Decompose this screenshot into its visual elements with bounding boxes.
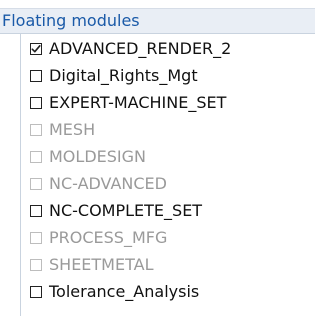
module-label: EXPERT-MACHINE_SET — [49, 93, 227, 112]
module-item-advanced-render-2[interactable]: ADVANCED_RENDER_2 — [21, 36, 311, 62]
module-item-moldesign: MOLDESIGN — [21, 144, 311, 170]
floating-modules-panel: Floating modules ADVANCED_RENDER_2 Digit… — [0, 0, 315, 316]
module-label: Digital_Rights_Mgt — [49, 66, 198, 85]
module-label: PROCESS_MFG — [49, 228, 168, 247]
checkbox-unchecked-icon[interactable] — [29, 96, 43, 110]
panel-title: Floating modules — [2, 11, 140, 30]
checkbox-unchecked-icon — [29, 150, 43, 164]
module-item-nc-advanced: NC-ADVANCED — [21, 171, 311, 197]
module-item-tolerance-analysis[interactable]: Tolerance_Analysis — [21, 279, 311, 305]
module-item-mesh: MESH — [21, 117, 311, 143]
checkbox-unchecked-icon — [29, 231, 43, 245]
checkbox-unchecked-icon[interactable] — [29, 69, 43, 83]
checkbox-checked-icon[interactable] — [29, 42, 43, 56]
module-item-expert-machine-set[interactable]: EXPERT-MACHINE_SET — [21, 90, 311, 116]
module-label: MOLDESIGN — [49, 147, 146, 166]
checkbox-unchecked-icon — [29, 123, 43, 137]
panel-header: Floating modules — [0, 8, 315, 34]
module-label: MESH — [49, 120, 96, 139]
checkbox-unchecked-icon[interactable] — [29, 285, 43, 299]
checkbox-unchecked-icon — [29, 258, 43, 272]
checkbox-unchecked-icon — [29, 177, 43, 191]
module-label: ADVANCED_RENDER_2 — [49, 39, 232, 58]
module-label: NC-COMPLETE_SET — [49, 201, 203, 220]
module-item-process-mfg: PROCESS_MFG — [21, 225, 311, 251]
module-item-digital-rights-mgt[interactable]: Digital_Rights_Mgt — [21, 63, 311, 89]
module-item-sheetmetal: SHEETMETAL — [21, 252, 311, 278]
module-label: NC-ADVANCED — [49, 174, 167, 193]
module-label: Tolerance_Analysis — [49, 282, 200, 301]
module-item-nc-complete-set[interactable]: NC-COMPLETE_SET — [21, 198, 311, 224]
module-list: ADVANCED_RENDER_2 Digital_Rights_Mgt EXP… — [20, 34, 315, 316]
module-label: SHEETMETAL — [49, 255, 154, 274]
checkbox-unchecked-icon[interactable] — [29, 204, 43, 218]
